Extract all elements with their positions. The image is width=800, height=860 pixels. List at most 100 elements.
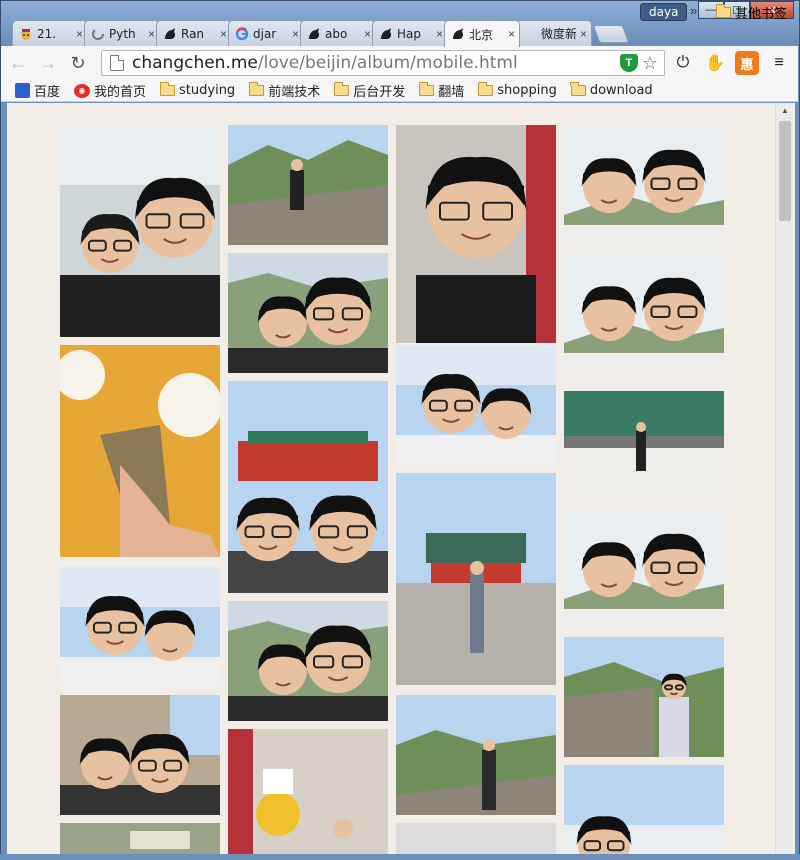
album-photo[interactable] bbox=[60, 823, 220, 854]
bookmarks-bar: 🐾 百度 ◉ 我的首页 studying 前端技术 后台开发 翻墙 shopping… bbox=[1, 80, 798, 102]
bookmark-folder[interactable]: 后台开发 bbox=[333, 81, 406, 100]
album-photo[interactable] bbox=[564, 253, 724, 373]
album-photo[interactable] bbox=[228, 125, 388, 245]
toolbar: ← → ↻ changchen.me/love/beijin/album/mob… bbox=[1, 46, 798, 80]
tab-close-icon[interactable]: × bbox=[580, 27, 587, 41]
tab-strip: 21. × Pyth × Ran × djar × abo × Hap × 北京… bbox=[12, 20, 630, 47]
scroll-thumb[interactable] bbox=[779, 121, 791, 221]
bookmark-folder[interactable]: download bbox=[570, 82, 653, 98]
rooster-icon bbox=[379, 27, 393, 41]
shield-icon[interactable]: T bbox=[619, 54, 638, 72]
album-photo[interactable] bbox=[60, 695, 220, 815]
forward-button[interactable]: → bbox=[35, 50, 61, 76]
folder-icon bbox=[159, 82, 176, 96]
bookmark-folder[interactable]: 翻墙 bbox=[418, 81, 465, 100]
menu-icon[interactable]: ≡ bbox=[767, 51, 791, 75]
album-photo[interactable] bbox=[564, 637, 724, 757]
folder-icon bbox=[570, 82, 586, 96]
rooster-icon bbox=[163, 27, 177, 41]
tab-close-icon[interactable]: × bbox=[220, 27, 227, 41]
page-content bbox=[7, 103, 795, 854]
album-photo[interactable] bbox=[60, 567, 220, 687]
page-icon bbox=[110, 55, 124, 71]
tab[interactable]: 微度新 × bbox=[516, 20, 592, 46]
tab[interactable]: djar × bbox=[228, 20, 304, 46]
new-tab-button[interactable] bbox=[592, 25, 630, 43]
bookmark-label: 其他书签 bbox=[735, 7, 788, 22]
bookmark-label: 后台开发 bbox=[353, 85, 406, 100]
weibo-icon: ◉ bbox=[74, 83, 91, 98]
address-bar[interactable]: changchen.me/love/beijin/album/mobile.ht… bbox=[101, 50, 665, 76]
bookmark-star-icon[interactable]: ☆ bbox=[642, 54, 658, 72]
album-photo[interactable] bbox=[396, 695, 556, 815]
tab-close-icon[interactable]: × bbox=[508, 27, 515, 41]
tab-active[interactable]: 北京 × bbox=[444, 20, 520, 47]
other-bookmarks-folder[interactable]: 其他书签 bbox=[715, 3, 788, 22]
profile-button[interactable]: daya bbox=[640, 3, 688, 21]
deals-extension-icon[interactable]: 惠 bbox=[735, 51, 759, 75]
tab-close-icon[interactable]: × bbox=[436, 27, 443, 41]
album-photo[interactable] bbox=[564, 125, 724, 245]
album-photo[interactable] bbox=[60, 125, 220, 337]
album-photo[interactable] bbox=[228, 253, 388, 373]
album-photo[interactable] bbox=[228, 729, 388, 854]
power-icon[interactable]: ⏻ bbox=[671, 51, 695, 75]
bookmark-label: 翻墙 bbox=[438, 85, 465, 100]
bookmark-folder[interactable]: shopping bbox=[477, 82, 557, 98]
rooster-icon bbox=[307, 27, 321, 41]
bookmark-label: download bbox=[589, 83, 653, 98]
scroll-up-arrow[interactable]: ▲ bbox=[776, 103, 794, 117]
tab-title: abo bbox=[325, 26, 348, 41]
url-text[interactable]: changchen.me/love/beijin/album/mobile.ht… bbox=[132, 53, 518, 73]
tab[interactable]: Pyth × bbox=[84, 20, 160, 46]
album-photo[interactable] bbox=[228, 381, 388, 593]
album-photo[interactable] bbox=[228, 601, 388, 721]
bookmark-item[interactable]: 🐾 百度 bbox=[15, 81, 60, 100]
folder-icon bbox=[418, 82, 435, 96]
bookmark-folder[interactable]: 前端技术 bbox=[248, 81, 320, 100]
evernote-icon[interactable]: ✋ bbox=[703, 51, 727, 75]
url-path: /love/beijin/album/mobile.html bbox=[257, 53, 518, 73]
blank-page-icon bbox=[523, 27, 537, 41]
tab-title: 21. bbox=[37, 26, 57, 41]
bookmark-label: 百度 bbox=[34, 85, 61, 100]
tab[interactable]: Hap × bbox=[372, 20, 448, 46]
folder-icon bbox=[248, 82, 265, 96]
folder-icon bbox=[477, 82, 494, 96]
bookmarks-overflow-button[interactable]: » bbox=[690, 3, 697, 18]
baidu-paw-icon: 🐾 bbox=[15, 83, 30, 98]
tab-close-icon[interactable]: × bbox=[148, 27, 155, 41]
bookmark-label: shopping bbox=[497, 83, 557, 98]
bookmark-folder[interactable]: studying bbox=[159, 82, 235, 98]
tab-close-icon[interactable]: × bbox=[364, 27, 371, 41]
tab[interactable]: Ran × bbox=[156, 20, 232, 46]
album-photo[interactable] bbox=[396, 473, 556, 685]
reload-button[interactable]: ↻ bbox=[65, 50, 91, 76]
tab-title: 北京 bbox=[469, 27, 494, 42]
tab-title: 微度新 bbox=[541, 27, 576, 41]
tab[interactable]: 21. × bbox=[12, 20, 88, 46]
tab-close-icon[interactable]: × bbox=[76, 27, 83, 41]
tab[interactable]: abo × bbox=[300, 20, 376, 46]
tab-title: Pyth bbox=[109, 26, 136, 41]
album-photo[interactable] bbox=[396, 345, 556, 465]
url-host: changchen.me bbox=[132, 53, 258, 73]
spinner-icon bbox=[91, 27, 105, 41]
bookmark-label: 我的首页 bbox=[94, 85, 147, 100]
tab-close-icon[interactable]: × bbox=[292, 27, 299, 41]
omnibox-actions: T ☆ bbox=[619, 54, 658, 72]
album-photo[interactable] bbox=[564, 381, 724, 501]
folder-icon bbox=[715, 4, 731, 18]
back-button[interactable]: ← bbox=[5, 50, 31, 76]
folder-icon bbox=[333, 82, 350, 96]
extension-icons: ⏻ ✋ 惠 ≡ bbox=[671, 51, 791, 75]
album-photo[interactable] bbox=[564, 509, 724, 629]
bookmark-item[interactable]: ◉ 我的首页 bbox=[74, 81, 146, 100]
album-photo[interactable] bbox=[564, 765, 724, 854]
album-photo[interactable] bbox=[60, 345, 220, 557]
tab-title: Ran bbox=[181, 26, 205, 41]
album-photo[interactable] bbox=[396, 125, 556, 343]
album-photo[interactable] bbox=[396, 823, 556, 854]
scrollbar[interactable]: ▲ bbox=[775, 103, 793, 854]
cartoon-avatar-icon bbox=[19, 27, 33, 41]
